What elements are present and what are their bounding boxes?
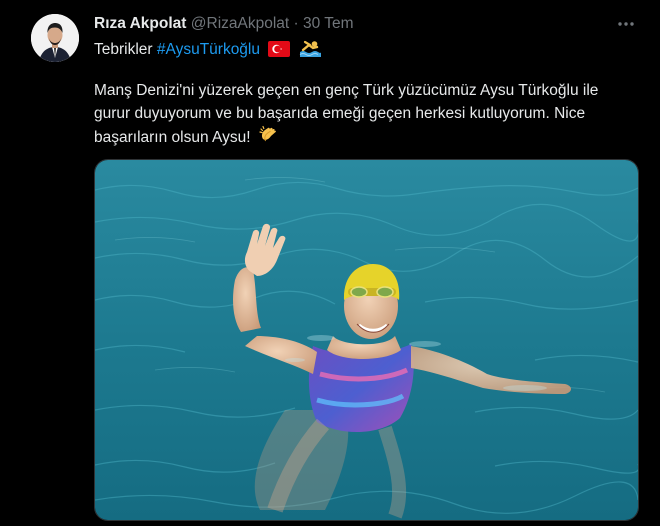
swimmer-icon [299,39,321,62]
author-handle[interactable]: @RizaAkpolat [191,15,289,32]
tweet-date[interactable]: 30 Tem [303,15,354,32]
header-separator: · [293,15,299,32]
tweet-prefix: Tebrikler [94,41,153,58]
tweet-first-line: Tebrikler #AysuTürkoğlu [94,39,321,62]
tweet-header: Rıza Akpolat @RizaAkpolat · 30 Tem [94,15,354,33]
avatar-icon [31,14,79,62]
turkish-flag-icon [268,41,291,62]
swimmer-photo [95,160,638,520]
tweet-body-text: Manş Denizi'ni yüzerek geçen en genç Tür… [94,82,599,146]
avatar[interactable] [31,14,79,62]
more-icon [618,22,634,26]
clapping-hands-icon [259,125,279,152]
tweet: Rıza Akpolat @RizaAkpolat · 30 Tem Tebri… [0,0,660,526]
tweet-body: Manş Denizi'ni yüzerek geçen en genç Tür… [94,79,614,152]
tweet-photo[interactable] [94,159,639,521]
more-options-button[interactable] [614,15,638,33]
author-name[interactable]: Rıza Akpolat [94,15,186,32]
hashtag-link[interactable]: #AysuTürkoğlu [157,41,260,58]
